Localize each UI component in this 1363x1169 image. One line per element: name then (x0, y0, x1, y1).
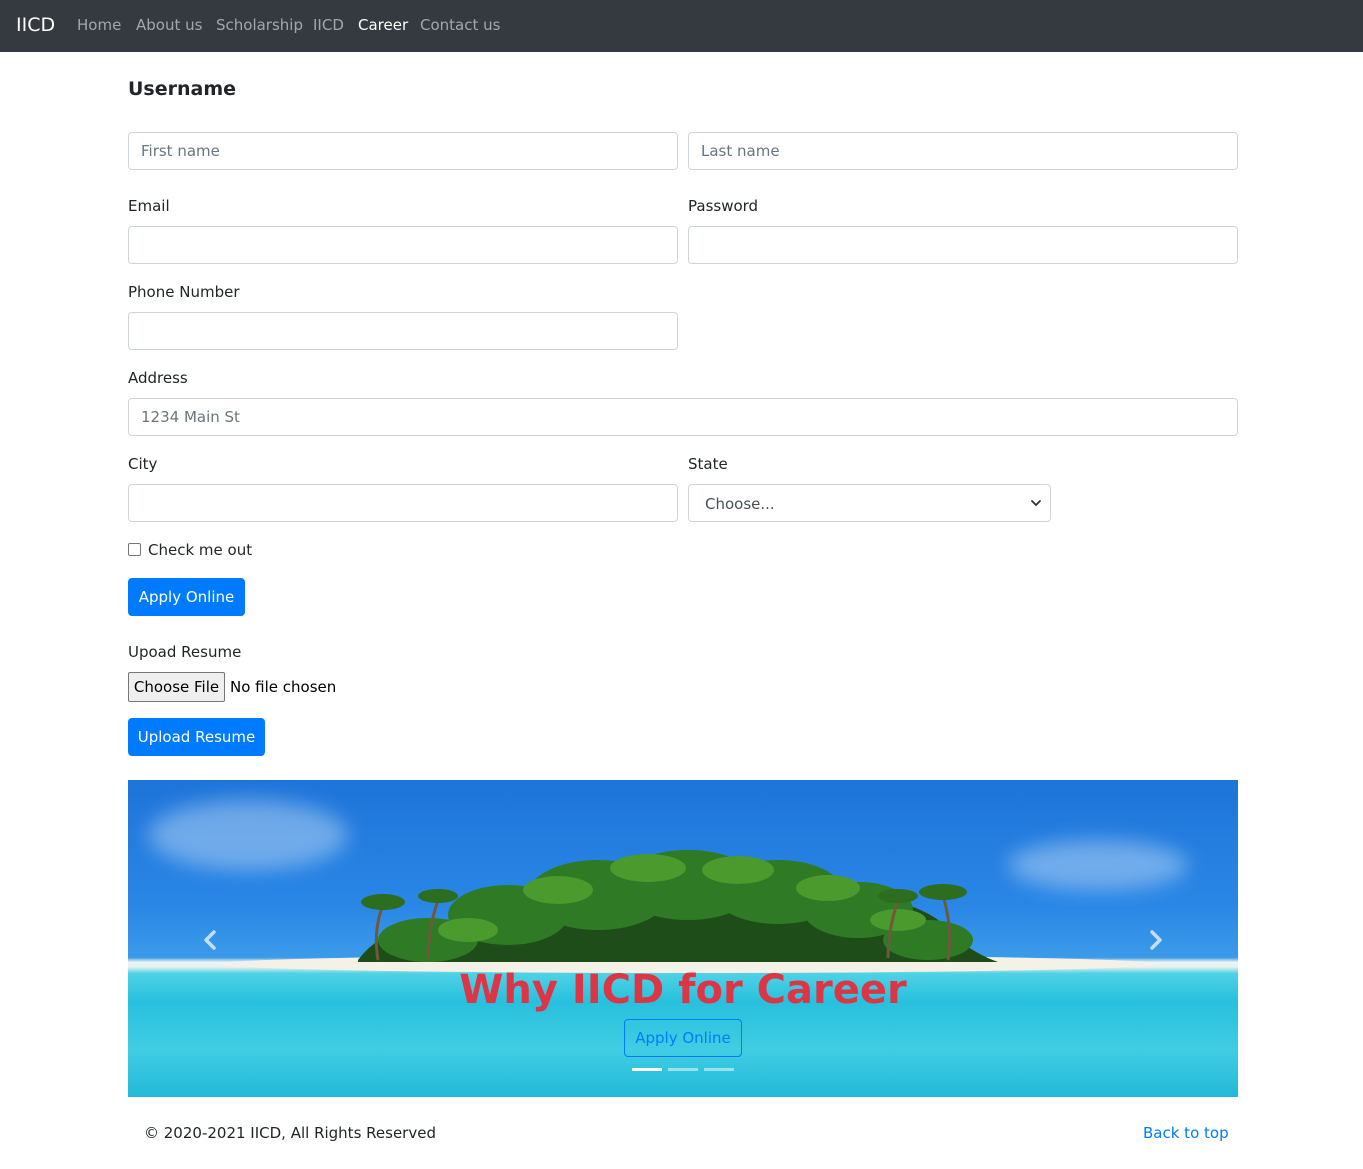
nav-link-scholarship[interactable]: Scholarship (216, 15, 303, 35)
password-field[interactable] (688, 226, 1238, 264)
navbar-brand[interactable]: IICD (16, 13, 55, 37)
nav-link-iicd[interactable]: IICD (313, 15, 344, 35)
nav-link-contact-us[interactable]: Contact us (420, 15, 500, 35)
carousel-indicator-2[interactable] (668, 1068, 698, 1071)
first-name-input[interactable] (128, 132, 678, 170)
phone-field[interactable] (128, 312, 678, 350)
email-field[interactable] (128, 226, 678, 264)
chevron-right-icon[interactable] (1143, 928, 1167, 952)
state-select-value: Choose... (705, 495, 775, 513)
file-status: No file chosen (230, 678, 337, 696)
carousel-caption: Why IICD for Career (459, 967, 907, 1013)
check-me-out-label: Check me out (148, 541, 253, 559)
state-label: State (688, 455, 728, 473)
upload-resume-label: Upoad Resume (128, 643, 242, 661)
form-heading: Username (128, 78, 237, 100)
navbar: IICD Home About us Scholarship IICD Care… (0, 0, 1363, 52)
chevron-left-icon[interactable] (199, 928, 223, 952)
email-label: Email (128, 197, 170, 215)
last-name-input[interactable] (688, 132, 1238, 170)
state-select[interactable]: Choose... (688, 484, 1051, 522)
city-field[interactable] (128, 484, 678, 522)
carousel-apply-online-button[interactable]: Apply Online (624, 1019, 742, 1057)
password-label: Password (688, 197, 759, 215)
choose-file-button[interactable]: Choose File (128, 672, 225, 702)
chevron-down-icon (1031, 500, 1041, 506)
upload-resume-button[interactable]: Upload Resume (128, 718, 265, 756)
check-me-out-checkbox[interactable] (128, 543, 141, 556)
nav-link-career[interactable]: Career (358, 15, 408, 35)
nav-link-about-us[interactable]: About us (136, 15, 202, 35)
apply-online-button[interactable]: Apply Online (128, 578, 245, 616)
city-label: City (128, 455, 158, 473)
carousel-indicator-1[interactable] (632, 1068, 662, 1071)
address-label: Address (128, 369, 188, 387)
carousel-indicator-3[interactable] (704, 1068, 734, 1071)
nav-link-home[interactable]: Home (77, 15, 121, 35)
phone-label: Phone Number (128, 283, 240, 301)
footer-copyright: © 2020-2021 IICD, All Rights Reserved (144, 1124, 436, 1142)
carousel: Why IICD for Career Apply Online (128, 780, 1238, 1097)
address-field[interactable] (128, 398, 1238, 436)
back-to-top-link[interactable]: Back to top (1143, 1123, 1229, 1143)
